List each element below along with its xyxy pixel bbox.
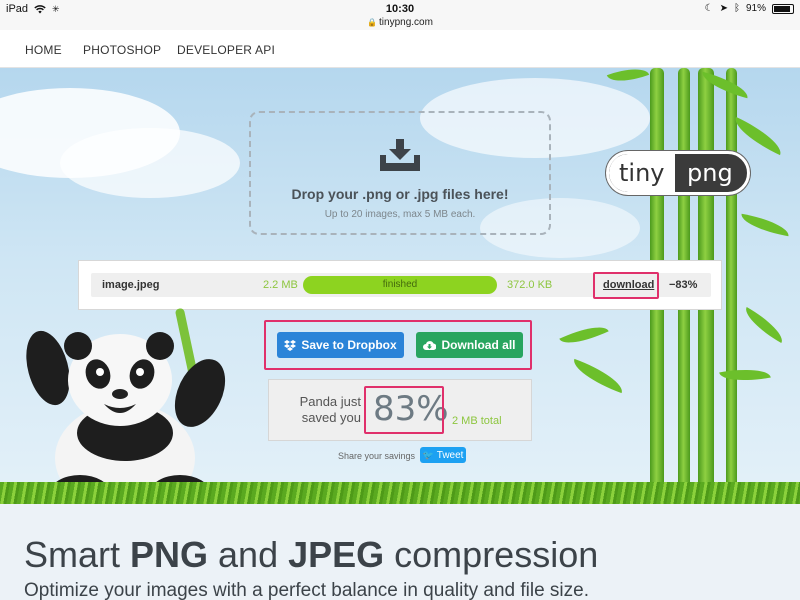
download-all-label: Download all <box>441 338 516 352</box>
logo-text-left: tiny <box>619 159 665 187</box>
save-to-dropbox-button[interactable]: Save to Dropbox <box>277 332 404 358</box>
cloud <box>60 128 240 198</box>
progress-status: finished <box>382 279 418 290</box>
page-heading: Smart PNG and JPEG compression <box>24 534 599 575</box>
top-nav: HOME PHOTOSHOP DEVELOPER API <box>0 30 800 68</box>
grass-decoration <box>0 482 800 504</box>
clock: 10:30 <box>385 3 415 15</box>
intro-section: Smart PNG and JPEG compression Optimize … <box>0 504 800 600</box>
nav-developer-api[interactable]: DEVELOPER API <box>177 43 275 57</box>
page-subheading: Optimize your images with a perfect bala… <box>24 580 589 600</box>
dropzone-title: Drop your .png or .jpg files here! <box>291 186 509 202</box>
compressed-size: 372.0 KB <box>507 279 553 291</box>
tweet-label: Tweet <box>436 449 464 461</box>
dropzone-subtitle: Up to 20 images, max 5 MB each. <box>324 209 476 220</box>
hero: Drop your .png or .jpg files here! Up to… <box>0 68 800 504</box>
status-bar: iPad ✳ 10:30 🔒 tinypng.com ☾ ➤ ᛒ 91% <box>0 0 800 30</box>
dropbox-label: Save to Dropbox <box>301 338 397 352</box>
lock-icon: 🔒 <box>367 18 378 27</box>
download-tray-icon <box>380 139 420 171</box>
nav-home[interactable]: HOME <box>25 43 62 57</box>
location-icon: ➤ <box>719 3 728 14</box>
battery-percent: 91% <box>745 3 766 14</box>
tinypng-logo: tiny png <box>606 151 750 195</box>
progress-bar: finished <box>303 276 497 294</box>
bluetooth-icon: ᛒ <box>733 3 740 14</box>
highlight-box <box>364 386 444 434</box>
share-label: Share your savings <box>338 451 416 461</box>
upload-dropzone[interactable]: Drop your .png or .jpg files here! Up to… <box>249 111 551 235</box>
logo-text-right: png <box>687 159 733 187</box>
cloud-download-icon <box>423 341 437 350</box>
status-right: ☾ ➤ ᛒ 91% <box>705 3 794 14</box>
highlight-box <box>593 272 659 299</box>
battery-icon <box>772 3 794 14</box>
twitter-bird-icon: 🐦 <box>422 449 434 460</box>
nav-photoshop[interactable]: PHOTOSHOP <box>83 43 161 57</box>
panda-mascot <box>26 308 226 504</box>
savings-total: 2 MB total <box>452 415 502 427</box>
savings-label: Panda just saved you <box>299 394 361 425</box>
tweet-button[interactable]: 🐦 Tweet <box>420 447 466 463</box>
address-bar[interactable]: 🔒 tinypng.com <box>0 17 800 28</box>
download-all-button[interactable]: Download all <box>416 332 523 358</box>
address-text: tinypng.com <box>379 17 433 28</box>
dropbox-icon <box>284 339 297 351</box>
reduction-percent: −83% <box>669 279 698 291</box>
file-name: image.jpeg <box>102 279 160 291</box>
original-size: 2.2 MB <box>263 279 298 291</box>
moon-icon: ☾ <box>704 3 714 14</box>
